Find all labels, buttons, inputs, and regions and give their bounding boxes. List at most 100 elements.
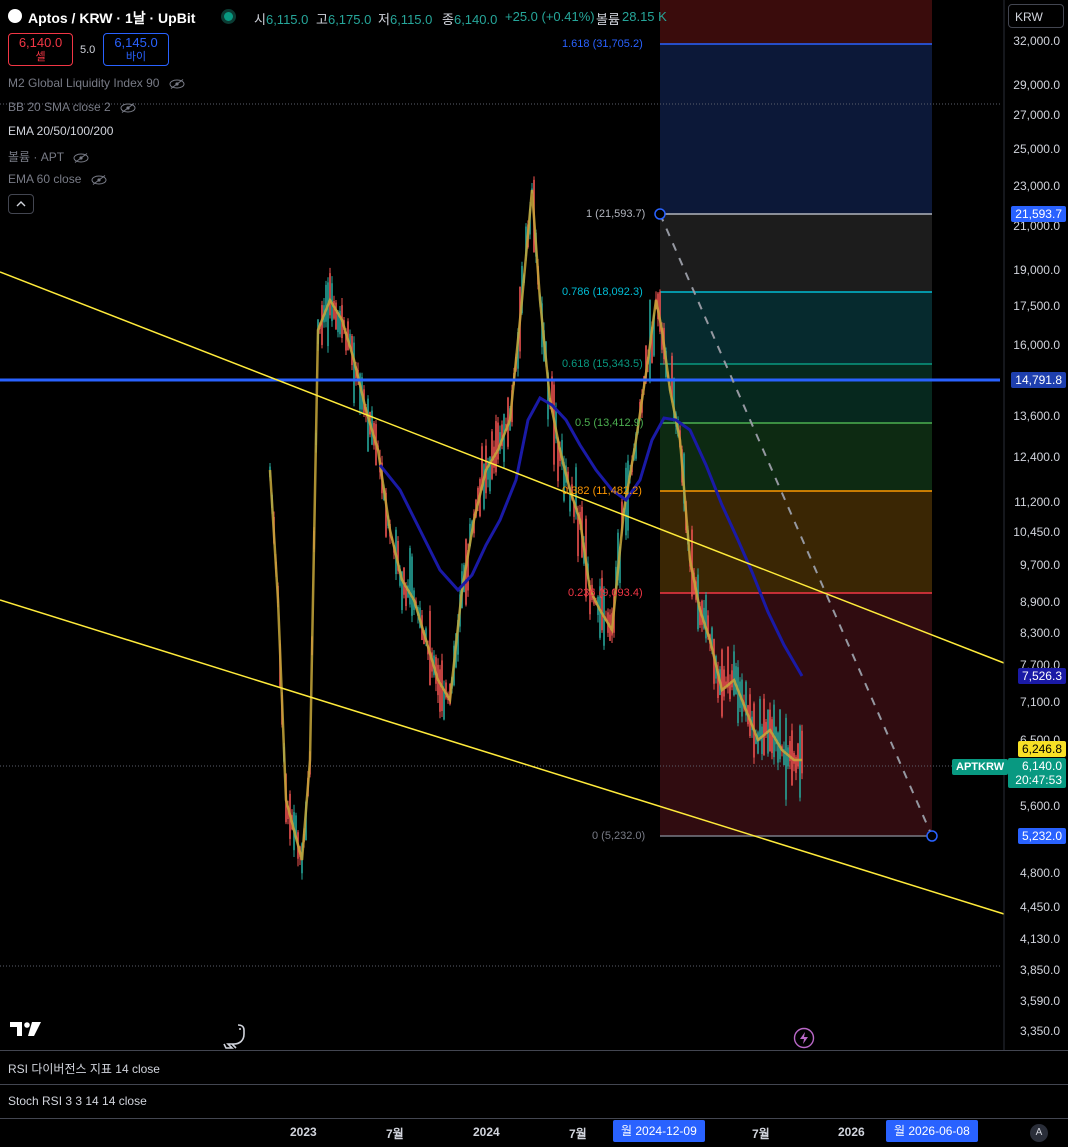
price-axis-label: 29,000.0	[1013, 78, 1060, 92]
fib-label-618: 0.618 (15,343.5)	[562, 358, 643, 370]
price-axis-label: 7,100.0	[1019, 695, 1060, 709]
indicator-m2-label: M2 Global Liquidity Index 90	[8, 76, 160, 90]
fib-zones	[660, 0, 932, 836]
price-axis-label: 3,350.0	[1019, 1024, 1060, 1038]
chart-canvas[interactable]	[0, 0, 1068, 1146]
symbol-title[interactable]: Aptos / KRW · 1날 · UpBit	[28, 8, 195, 28]
candle-body	[761, 726, 763, 754]
eye-off-icon[interactable]	[73, 152, 89, 163]
fib-label-5: 0.5 (13,412.9)	[575, 417, 644, 429]
ohlc-close: 종6,140.0	[442, 12, 498, 27]
fib-anchor-end[interactable]	[926, 830, 938, 842]
indicator-volume[interactable]: 볼륨 · APT	[8, 148, 89, 165]
price-axis-label: 12,400.0	[1013, 450, 1060, 464]
eye-off-icon[interactable]	[169, 78, 185, 89]
candle-body	[601, 577, 603, 631]
candle-body	[353, 342, 355, 404]
fib-label-0: 0 (5,232.0)	[592, 830, 646, 842]
candle-body	[367, 398, 369, 452]
fib-zone-786	[660, 292, 932, 364]
candle-body	[731, 670, 733, 688]
volume-label: 볼륨	[596, 12, 620, 27]
price-axis-label: 8,900.0	[1019, 595, 1060, 609]
price-axis-label: 23,000.0	[1013, 179, 1060, 193]
fib-label-382: 0.382 (11,482.2)	[562, 485, 642, 497]
price-change: +25.0 (+0.41%)	[505, 9, 595, 24]
price-axis-label: 9,700.0	[1019, 558, 1060, 572]
fib-end-date-tag: 월 2026-06-08	[886, 1120, 978, 1142]
last-price: 6,140.0	[1021, 759, 1062, 773]
price-axis-label: 27,000.0	[1013, 108, 1060, 122]
price-axis-label: 10,450.0	[1013, 525, 1060, 539]
indicator-bb[interactable]: BB 20 SMA close 2	[8, 100, 136, 114]
price-axis-label: 4,450.0	[1019, 900, 1060, 914]
candle-body	[733, 651, 735, 696]
fib-start-date-tag: 월 2024-12-09	[613, 1120, 705, 1142]
fib-zone-236	[660, 593, 932, 836]
time-tick: 7월	[752, 1127, 770, 1141]
candle-body	[801, 730, 803, 774]
rsi-pane-label: RSI 다이버전스 지표 14 close	[8, 1062, 160, 1076]
eye-off-icon[interactable]	[91, 174, 107, 185]
price-axis-label: 11,200.0	[1014, 495, 1060, 509]
candle-body	[777, 732, 779, 763]
price-axis-label: 13,600.0	[1013, 409, 1060, 423]
candle-body	[497, 422, 499, 460]
last-price-tag: 6,140.0 20:47:53	[1008, 758, 1066, 788]
price-axis-label: 4,130.0	[1019, 932, 1060, 946]
candle-body	[335, 302, 337, 330]
indicator-ema[interactable]: EMA 20/50/100/200	[8, 124, 113, 138]
market-status-dot-icon	[224, 12, 233, 21]
fib-zone-618	[660, 364, 932, 423]
indicator-ema60[interactable]: EMA 60 close	[8, 172, 107, 186]
sell-label: 셀	[35, 51, 46, 63]
fib-zone-382	[660, 491, 932, 593]
price-axis[interactable]: 32,000.0 29,000.0 27,000.0 25,000.0 23,0…	[1004, 0, 1068, 1050]
time-tick: 2026	[838, 1125, 865, 1139]
auto-scale-button[interactable]: A	[1030, 1124, 1048, 1142]
candle-body	[723, 669, 725, 697]
indicator-volume-label: 볼륨 · APT	[8, 150, 64, 164]
volume-value: 28.15 K	[622, 9, 667, 24]
indicator-ema60-label: EMA 60 close	[8, 172, 82, 186]
candle-body	[737, 667, 739, 724]
price-axis-label: 8,300.0	[1019, 626, 1060, 640]
tradingview-logo-icon[interactable]	[10, 1020, 42, 1038]
buy-price: 6,145.0	[114, 35, 158, 50]
sell-button[interactable]: 6,140.0 셀	[8, 33, 73, 66]
candle-body	[735, 666, 737, 695]
fib-zone-1	[660, 214, 932, 292]
hline-price-tag: 14,791.8	[1011, 372, 1066, 388]
indicator-m2-liquidity[interactable]: M2 Global Liquidity Index 90	[8, 76, 185, 90]
candle-body	[327, 282, 329, 347]
stoch-rsi-pane[interactable]: Stoch RSI 3 3 14 14 close	[0, 1084, 1068, 1118]
collapse-legend-button[interactable]	[8, 194, 34, 214]
fib-label-236: 0.236 (9,093.4)	[568, 587, 643, 599]
candle-body	[321, 305, 323, 345]
candle-body	[411, 556, 413, 616]
candle-body	[763, 698, 765, 756]
sell-price: 6,140.0	[18, 35, 63, 50]
eye-off-icon[interactable]	[120, 102, 136, 113]
price-axis-label: 25,000.0	[1013, 142, 1060, 156]
prev-price-tag: 6,246.8	[1017, 741, 1066, 757]
buy-button[interactable]: 6,145.0 바이	[103, 33, 169, 66]
fib-label-1: 1 (21,593.7)	[586, 208, 646, 220]
candle-body	[491, 431, 493, 479]
aptos-logo-icon	[8, 9, 22, 23]
fib-anchor-start[interactable]	[654, 208, 666, 220]
buy-label: 바이	[125, 51, 147, 63]
time-tick: 7월	[386, 1127, 404, 1141]
candle-body	[749, 694, 751, 737]
price-axis-label: 19,000.0	[1013, 263, 1060, 277]
lightning-icon[interactable]	[793, 1027, 815, 1049]
rsi-pane[interactable]: RSI 다이버전스 지표 14 close	[0, 1050, 1068, 1084]
time-tick: 7월	[569, 1127, 587, 1141]
chart-header: Aptos / KRW · 1날 · UpBit 시6,115.0 고6,175…	[0, 0, 1000, 32]
price-axis-label: 32,000.0	[1013, 34, 1060, 48]
price-axis-label: 16,000.0	[1013, 338, 1060, 352]
candle-body	[785, 717, 787, 800]
price-axis-label: 5,600.0	[1019, 799, 1060, 813]
dino-icon[interactable]	[222, 1022, 250, 1050]
indicator-ema-label: EMA 20/50/100/200	[8, 124, 114, 138]
